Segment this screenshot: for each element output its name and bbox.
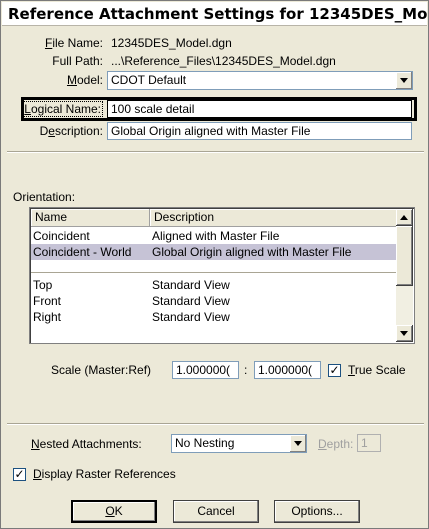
options-button[interactable]: Options... xyxy=(274,500,360,523)
description-label: Description: xyxy=(39,124,103,138)
column-header-name[interactable]: Name xyxy=(31,209,150,227)
list-item[interactable] xyxy=(31,260,397,272)
true-scale-label: True Scale xyxy=(348,363,406,377)
model-value: CDOT Default xyxy=(111,73,187,87)
nested-attachments-dropdown[interactable]: No Nesting xyxy=(171,434,307,453)
full-path-value: ...\Reference_Files\12345DES_Model.dgn xyxy=(111,54,336,68)
display-raster-label: Display Raster References xyxy=(33,467,176,481)
list-separator xyxy=(31,272,397,274)
nested-attachments-label: Nested Attachments: xyxy=(31,437,142,451)
file-name-label: File Name: xyxy=(44,36,103,50)
orientation-list[interactable]: Name Description Coincident Aligned with… xyxy=(29,207,415,344)
cancel-button[interactable]: Cancel xyxy=(173,500,259,523)
scroll-down-button[interactable] xyxy=(396,325,413,342)
list-scrollbar[interactable] xyxy=(396,209,413,342)
list-item-selected[interactable]: Coincident - World Global Origin aligned… xyxy=(31,244,397,260)
scroll-thumb[interactable] xyxy=(396,226,413,286)
depth-label: Depth: xyxy=(318,437,354,451)
window-title: Reference Attachment Settings for 12345D… xyxy=(2,2,427,26)
scale-master-input[interactable]: 1.000000( xyxy=(172,361,239,379)
file-name-value: 12345DES_Model.dgn xyxy=(111,36,232,50)
list-item[interactable]: Right Standard View xyxy=(31,309,397,325)
true-scale-checkbox[interactable]: ✓ xyxy=(328,364,341,377)
scale-ref-input[interactable]: 1.000000( xyxy=(254,361,321,379)
model-dropdown[interactable]: CDOT Default xyxy=(107,71,413,90)
scale-separator: : xyxy=(244,363,248,377)
description-input[interactable]: Global Origin aligned with Master File xyxy=(107,122,412,140)
chevron-down-icon[interactable] xyxy=(395,72,412,89)
full-path-label: Full Path: xyxy=(52,54,103,68)
orientation-label: Orientation: xyxy=(13,190,76,204)
separator xyxy=(7,423,424,425)
reference-attachment-dialog: Reference Attachment Settings for 12345D… xyxy=(0,0,429,529)
list-item[interactable]: Coincident Aligned with Master File xyxy=(31,228,397,244)
chevron-down-icon[interactable] xyxy=(289,435,306,452)
ok-button[interactable]: OK xyxy=(71,500,157,523)
logical-name-label: Logical Name: xyxy=(22,101,103,117)
list-item[interactable]: Front Standard View xyxy=(31,293,397,309)
scale-label: Scale (Master:Ref) xyxy=(51,363,152,377)
logical-name-input[interactable]: 100 scale detail xyxy=(107,100,412,118)
display-raster-checkbox[interactable]: ✓ xyxy=(13,468,26,481)
scroll-up-button[interactable] xyxy=(396,209,413,226)
separator xyxy=(7,151,424,153)
depth-input[interactable]: 1 xyxy=(357,434,381,452)
column-header-description[interactable]: Description xyxy=(150,209,397,227)
list-item[interactable]: Top Standard View xyxy=(31,277,397,293)
model-label: Model: xyxy=(66,73,103,87)
nested-attachments-value: No Nesting xyxy=(175,436,235,450)
